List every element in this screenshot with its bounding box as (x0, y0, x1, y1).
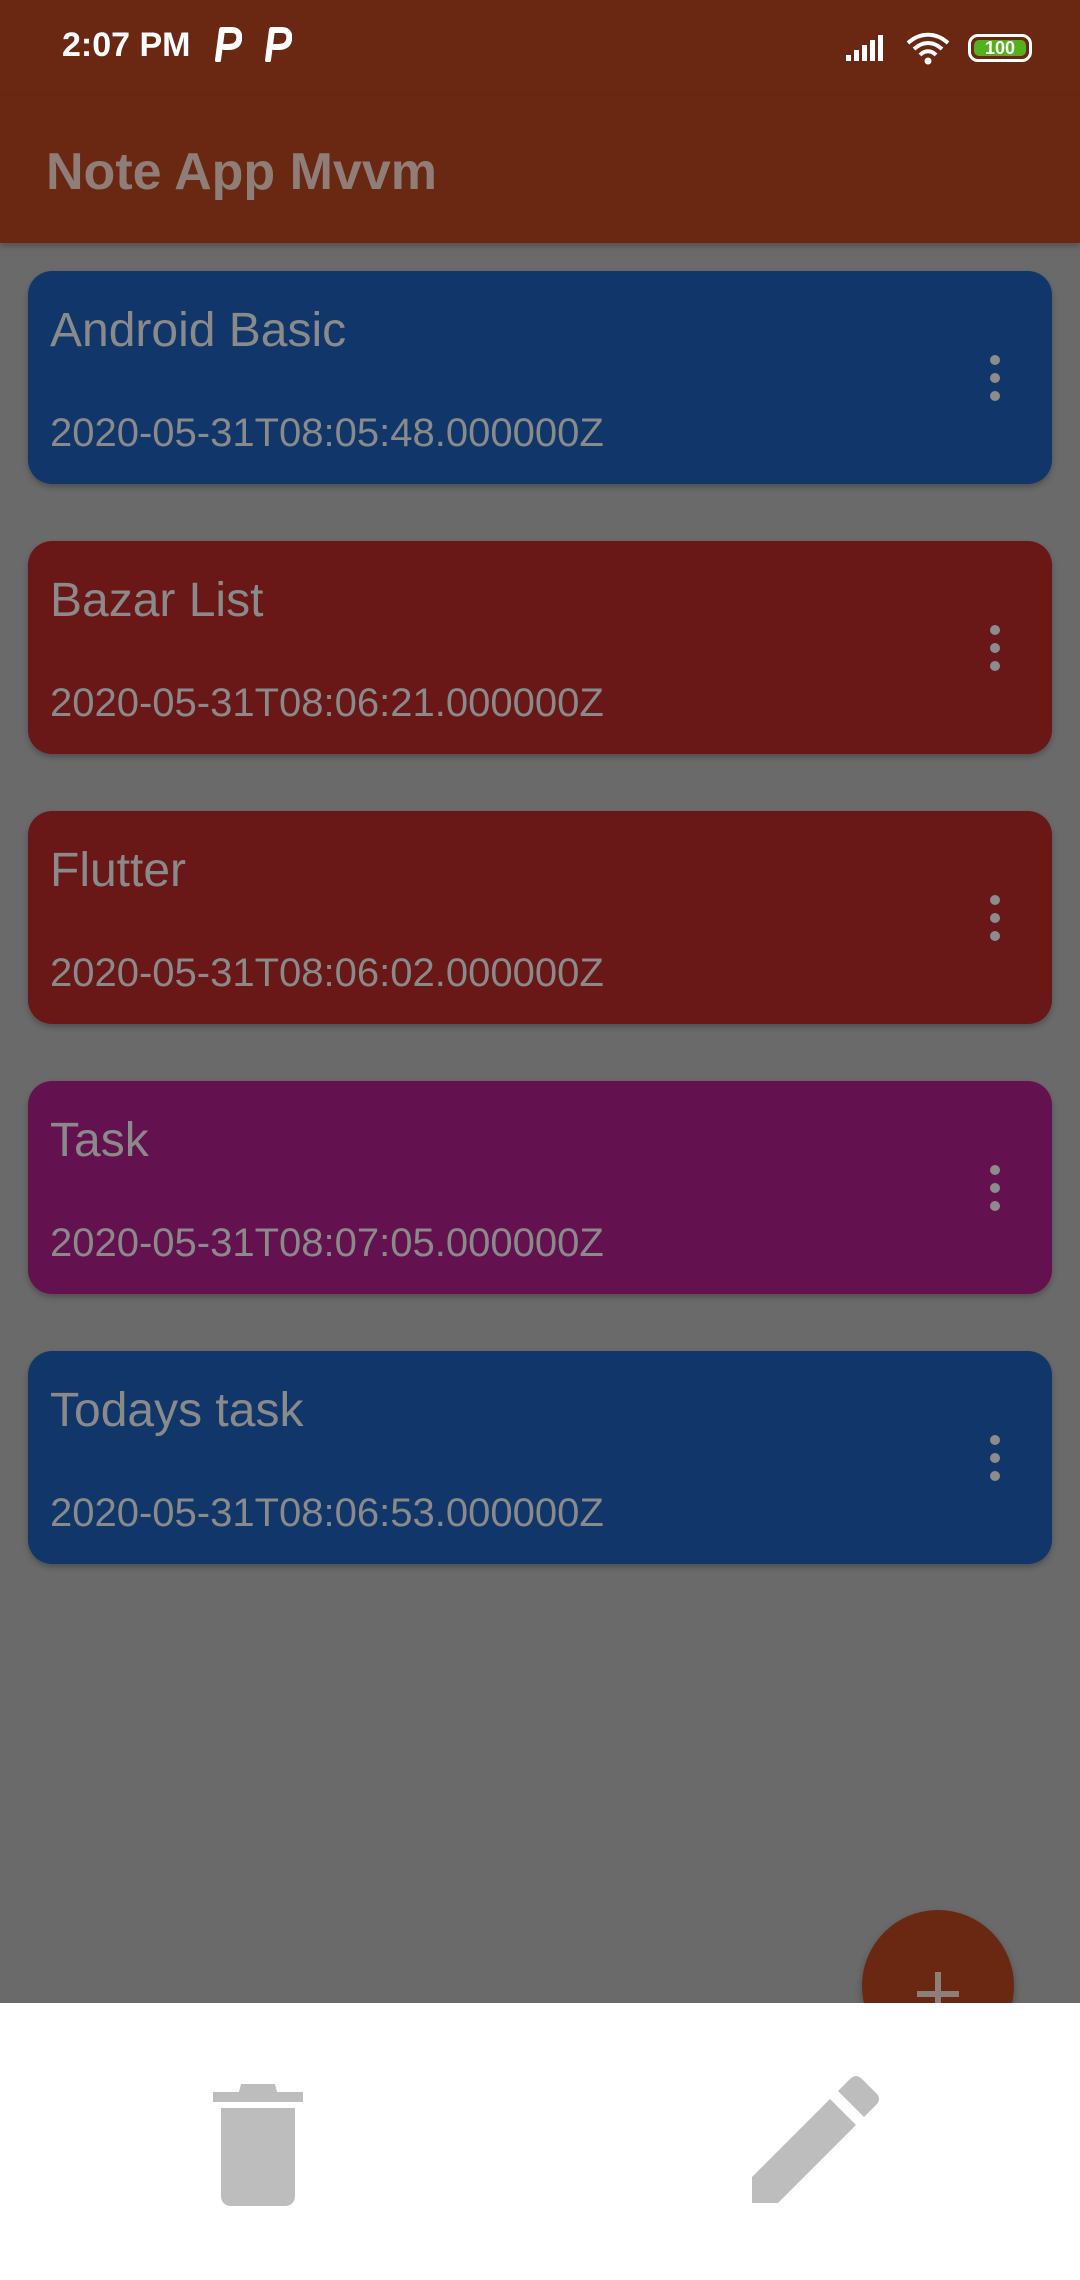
status-bar: 2:07 PM 100 (0, 0, 1080, 96)
note-card[interactable]: Task 2020-05-31T08:07:05.000000Z (28, 1081, 1052, 1294)
more-vert-icon[interactable] (988, 1165, 1002, 1211)
app-title: Note App Mvvm (46, 143, 437, 201)
note-title: Flutter (50, 844, 187, 897)
note-date: 2020-05-31T08:06:53.000000Z (50, 1491, 604, 1535)
note-card[interactable]: Bazar List 2020-05-31T08:06:21.000000Z (28, 541, 1052, 754)
app-bar: Note App Mvvm (0, 96, 1080, 243)
parking-p-icon (215, 27, 242, 62)
edit-button[interactable] (742, 2073, 882, 2213)
more-vert-icon[interactable] (988, 1435, 1002, 1481)
more-vert-icon[interactable] (988, 625, 1002, 671)
wifi-icon (906, 32, 950, 65)
note-date: 2020-05-31T08:07:05.000000Z (50, 1221, 604, 1265)
note-title: Android Basic (50, 304, 347, 357)
more-vert-icon[interactable] (988, 895, 1002, 941)
note-title: Task (50, 1114, 149, 1167)
more-vert-icon[interactable] (988, 355, 1002, 401)
note-title: Bazar List (50, 574, 264, 627)
status-time: 2:07 PM (62, 26, 191, 64)
trash-icon (213, 2084, 303, 2206)
edit-pencil-icon (752, 2076, 879, 2203)
note-card[interactable]: Android Basic 2020-05-31T08:05:48.000000… (28, 271, 1052, 484)
parking-p-icon (265, 27, 292, 62)
signal-icon (846, 35, 883, 61)
status-icons: 100 (844, 28, 1032, 68)
delete-button[interactable] (188, 2073, 328, 2213)
note-card[interactable]: Todays task 2020-05-31T08:06:53.000000Z (28, 1351, 1052, 1564)
note-date: 2020-05-31T08:05:48.000000Z (50, 411, 604, 455)
battery-icon: 100 (968, 34, 1032, 62)
note-card[interactable]: Flutter 2020-05-31T08:06:02.000000Z (28, 811, 1052, 1024)
battery-level: 100 (984, 37, 1016, 58)
note-title: Todays task (50, 1384, 304, 1437)
note-date: 2020-05-31T08:06:21.000000Z (50, 681, 604, 725)
note-date: 2020-05-31T08:06:02.000000Z (50, 951, 604, 995)
bottom-sheet (0, 2003, 1080, 2280)
